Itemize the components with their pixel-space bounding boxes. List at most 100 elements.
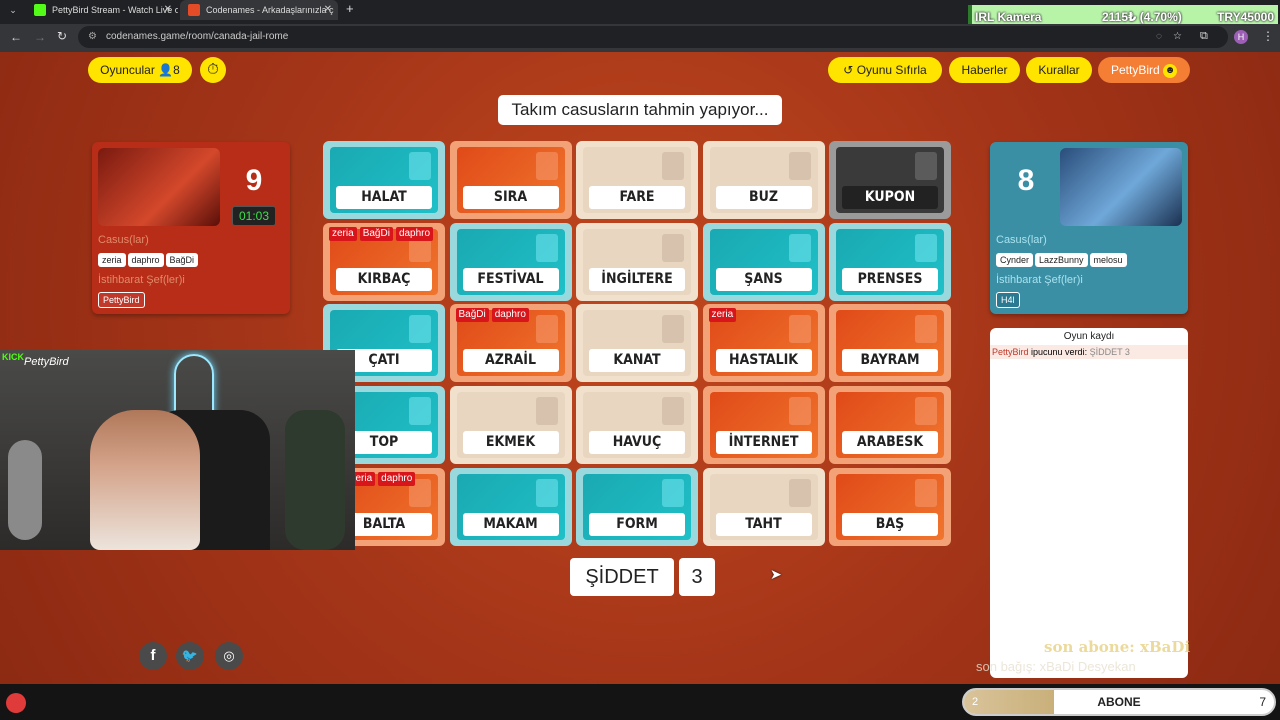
word-card[interactable]: BUZ bbox=[702, 141, 825, 219]
word-card[interactable]: İNGİLTERE bbox=[576, 222, 698, 301]
blue-operatives-label: Casus(lar) bbox=[996, 234, 1047, 246]
agent-silhouette-icon bbox=[662, 233, 684, 262]
status-banner: Takım casusların tahmin yapıyor... bbox=[498, 95, 782, 125]
agent-silhouette-icon bbox=[409, 152, 431, 180]
last-donation-text: son bağış: xBaDi Desyekan bbox=[976, 659, 1136, 674]
word-card[interactable]: FORM bbox=[576, 467, 698, 546]
brand-mark-icon bbox=[6, 692, 26, 713]
menu-icon[interactable]: ⋮ bbox=[1262, 29, 1274, 43]
red-team-avatar bbox=[98, 148, 220, 226]
agent-silhouette-icon bbox=[788, 478, 811, 507]
agent-silhouette-icon bbox=[788, 152, 811, 180]
rules-button[interactable]: Kurallar bbox=[1026, 57, 1092, 83]
card-word: KIRBAÇ bbox=[336, 267, 432, 291]
close-tab-icon[interactable]: ✕ bbox=[164, 0, 172, 20]
person-icon: 👤 bbox=[158, 63, 174, 77]
card-word: KANAT bbox=[589, 349, 685, 373]
word-card[interactable]: BAYRAM bbox=[829, 304, 951, 383]
agent-silhouette-icon bbox=[788, 397, 811, 426]
url-input[interactable]: ⚙ codenames.game/room/canada-jail-rome ◌… bbox=[78, 26, 1228, 48]
agent-silhouette-icon bbox=[915, 397, 937, 426]
agent-silhouette-icon bbox=[535, 478, 558, 507]
reset-icon: ↺ bbox=[843, 63, 854, 77]
vote-tags: zeria BağDi daphro bbox=[329, 226, 434, 241]
facebook-icon[interactable]: f bbox=[139, 642, 167, 670]
word-card[interactable]: HAVUÇ bbox=[576, 386, 698, 465]
kick-tab-icon bbox=[34, 4, 46, 16]
streamer-name: PettyBird bbox=[24, 356, 69, 368]
back-icon[interactable]: ← bbox=[10, 30, 22, 44]
agent-silhouette-icon bbox=[535, 315, 558, 344]
player-chip: melosu bbox=[1089, 253, 1127, 267]
twitter-icon[interactable]: 🐦 bbox=[176, 642, 204, 670]
news-button[interactable]: Haberler bbox=[949, 57, 1020, 83]
word-card[interactable]: TAHT bbox=[702, 467, 825, 546]
player-chip: H4l bbox=[996, 292, 1020, 308]
word-card[interactable]: KANAT bbox=[576, 304, 698, 383]
card-word: SIRA bbox=[462, 186, 559, 209]
word-card[interactable]: FESTİVAL bbox=[449, 222, 572, 301]
extensions-icon[interactable]: ⧉ bbox=[1200, 30, 1208, 43]
new-tab-button[interactable]: + bbox=[346, 1, 354, 16]
tab-search-button[interactable]: ⌄ bbox=[6, 3, 20, 17]
reset-game-button[interactable]: ↺ Oyunu Sıfırla bbox=[828, 57, 942, 83]
agent-silhouette-icon bbox=[915, 233, 937, 262]
site-info-icon[interactable]: ⚙ bbox=[88, 26, 97, 48]
word-card[interactable]: EKMEK bbox=[449, 386, 572, 465]
card-word: HASTALIK bbox=[715, 349, 812, 373]
sub-goal-target: 7 bbox=[1259, 695, 1266, 709]
clue-word: ŞİDDET bbox=[570, 558, 674, 596]
word-card[interactable]: KUPON bbox=[829, 141, 951, 219]
red-operatives-list: zeria daphro BağDi bbox=[98, 250, 200, 268]
timer-button[interactable]: ⏱ bbox=[200, 57, 226, 83]
word-card[interactable]: HASTALIK zeria bbox=[702, 304, 825, 383]
agent-silhouette-icon bbox=[662, 315, 684, 344]
blue-team-avatar bbox=[1060, 148, 1182, 226]
clue-number: 3 bbox=[679, 558, 715, 596]
kick-logo: KICK bbox=[2, 352, 24, 362]
instagram-icon[interactable]: ◎ bbox=[215, 642, 243, 670]
word-card[interactable]: PRENSES bbox=[829, 222, 951, 301]
card-word: ŞANS bbox=[715, 267, 812, 291]
players-button[interactable]: Oyuncular 👤8 bbox=[88, 57, 192, 83]
vote-tags: zeria bbox=[708, 308, 737, 323]
word-card[interactable]: ŞANS bbox=[702, 222, 825, 301]
vote-tag: zeria bbox=[708, 308, 737, 323]
browser-tab-bar: ⌄ PettyBird Stream - Watch Live o ✕ Code… bbox=[0, 0, 1280, 29]
forward-icon[interactable]: → bbox=[34, 30, 46, 44]
card-word: ARABESK bbox=[842, 431, 938, 455]
vote-tags: BağDi daphro bbox=[455, 308, 529, 323]
bookmark-star-icon[interactable]: ☆ bbox=[1173, 26, 1182, 48]
blue-team-panel: 8 Casus(lar) Cynder LazzBunny melosu İstih… bbox=[990, 142, 1188, 314]
avatar[interactable]: H bbox=[1234, 30, 1248, 44]
card-word: HALAT bbox=[336, 186, 432, 209]
red-spymaster-label: İstihbarat Şef(ler)i bbox=[98, 274, 185, 286]
stream-bottom-bar: 2 ABONE 7 bbox=[0, 684, 1280, 720]
word-card[interactable]: SIRA bbox=[449, 141, 572, 219]
tab-pettybird-stream[interactable]: PettyBird Stream - Watch Live o ✕ bbox=[26, 0, 178, 20]
eye-off-icon[interactable]: ◌ bbox=[1156, 26, 1162, 48]
agent-silhouette-icon bbox=[535, 397, 558, 426]
card-word: İNTERNET bbox=[715, 431, 812, 455]
mouse-cursor-icon: ➤ bbox=[770, 566, 782, 582]
word-card[interactable]: FARE bbox=[576, 141, 698, 219]
word-card[interactable]: MAKAM bbox=[449, 467, 572, 546]
card-word: FORM bbox=[589, 512, 685, 536]
word-card[interactable]: BAŞ bbox=[829, 467, 951, 546]
turn-timer: 01:03 bbox=[232, 206, 276, 226]
card-word: FARE bbox=[589, 186, 685, 209]
address-bar: ← → ↻ ⚙ codenames.game/room/canada-jail-… bbox=[0, 24, 1280, 52]
close-tab-icon[interactable]: ✕ bbox=[324, 0, 332, 20]
codenames-tab-icon bbox=[188, 4, 200, 16]
word-card[interactable]: HALAT bbox=[323, 141, 445, 219]
word-card[interactable]: İNTERNET bbox=[702, 386, 825, 465]
tab-codenames[interactable]: Codenames - Arkadaşlarınızla ç ✕ bbox=[180, 0, 338, 20]
word-card[interactable]: KIRBAÇ zeria BağDi daphro bbox=[323, 222, 445, 301]
reload-icon[interactable]: ↻ bbox=[57, 29, 67, 43]
word-card[interactable]: AZRAİL BağDi daphro bbox=[449, 304, 572, 383]
user-face-icon: ☻ bbox=[1163, 63, 1178, 78]
word-card[interactable]: ARABESK bbox=[829, 386, 951, 465]
user-menu-button[interactable]: PettyBird ☻ bbox=[1098, 57, 1190, 83]
vote-tag: daphro bbox=[378, 471, 416, 486]
blue-spymaster-list: H4l bbox=[996, 290, 1022, 308]
